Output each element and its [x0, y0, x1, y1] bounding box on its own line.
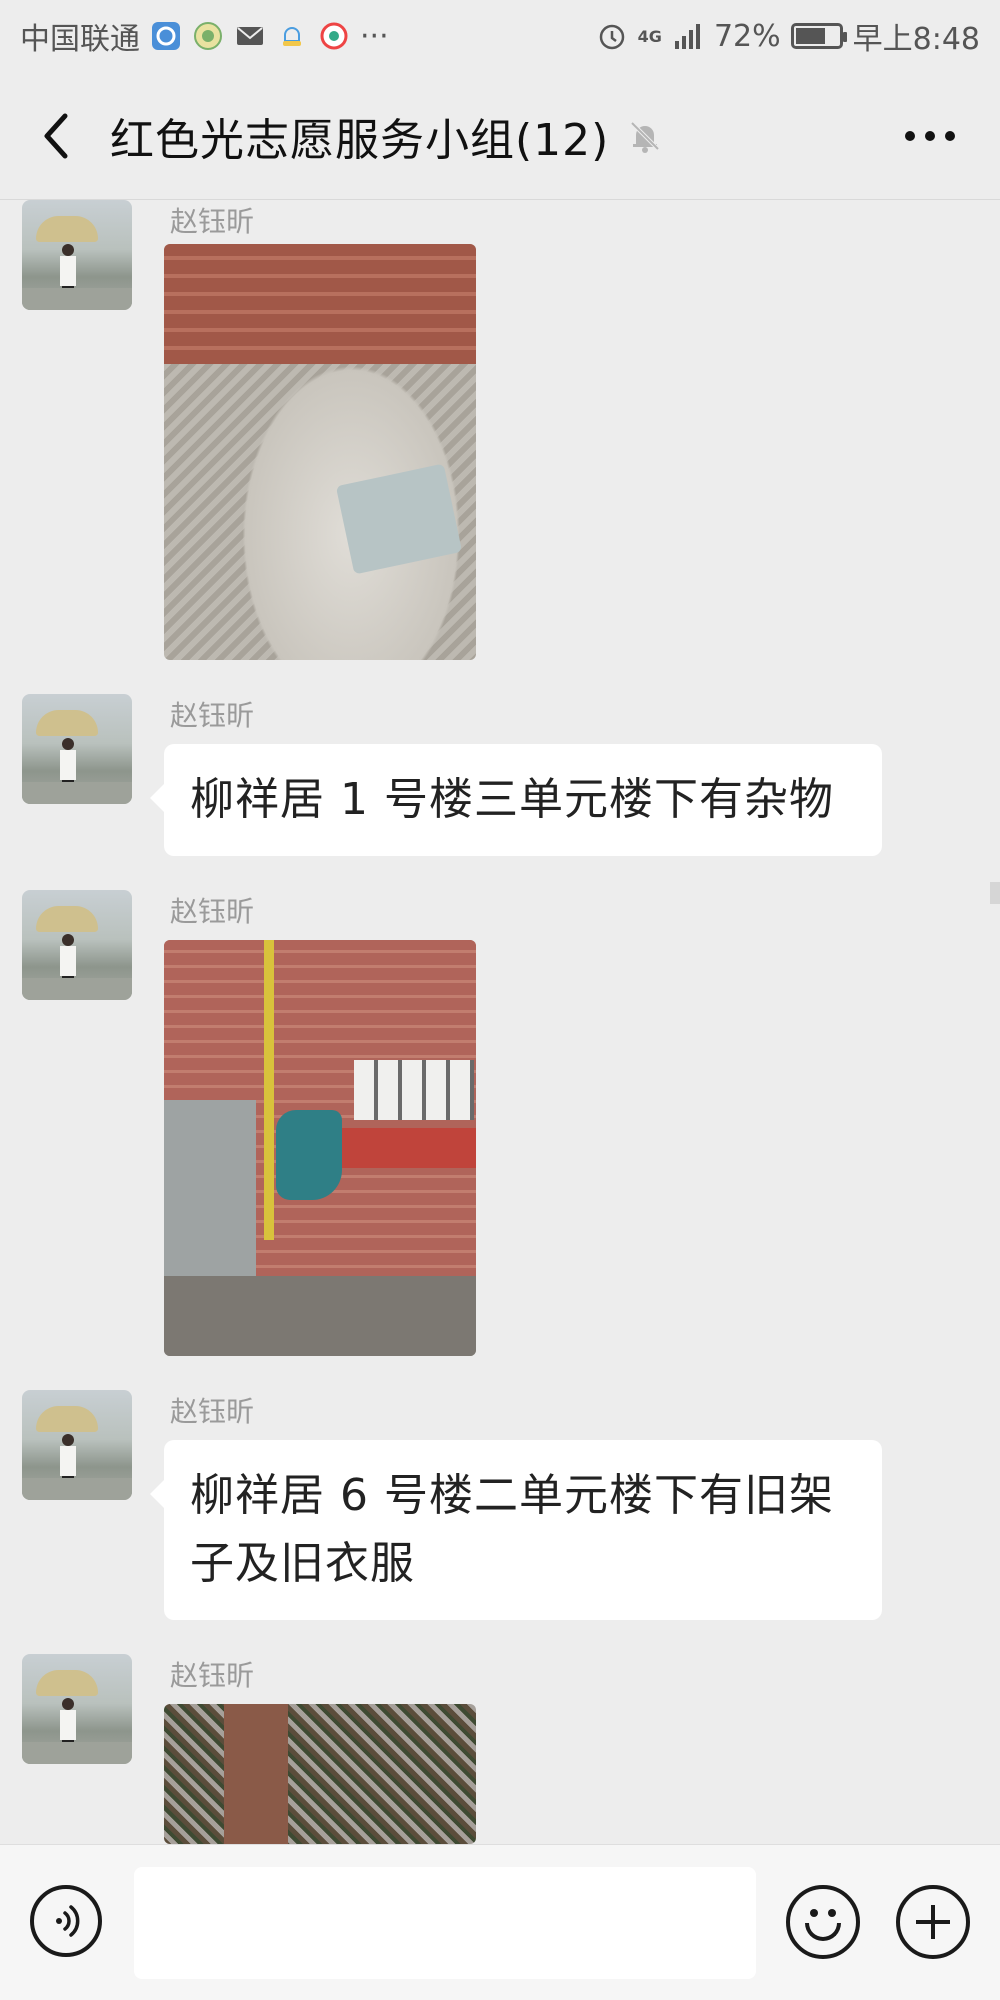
app-icon	[318, 20, 350, 52]
back-button[interactable]	[0, 72, 110, 200]
chat-title: 红色光志愿服务小组(12)	[110, 114, 610, 166]
sender-name: 赵钰昕	[170, 1659, 255, 1692]
app-icon	[276, 20, 308, 52]
voice-input-button[interactable]	[30, 1885, 102, 1957]
nav-bar: 红色光志愿服务小组(12)	[0, 72, 1000, 200]
more-dots-icon	[905, 131, 955, 141]
chat-screen: 中国联通 ··· 4G 72% 早上8:48 红色光志愿服务小组(12) 赵钰昕…	[0, 0, 1000, 2000]
sender-name: 赵钰昕	[170, 699, 255, 732]
avatar[interactable]	[22, 1390, 132, 1500]
avatar[interactable]	[22, 1654, 132, 1764]
sender-name: 赵钰昕	[170, 895, 255, 928]
muted-bell-icon	[625, 116, 665, 156]
status-bar: 中国联通 ··· 4G 72% 早上8:48	[0, 0, 1000, 72]
mail-icon	[234, 20, 266, 52]
battery-percent: 72%	[713, 18, 781, 54]
more-options-button[interactable]	[880, 72, 980, 200]
scroll-indicator[interactable]	[990, 882, 1000, 904]
battery-level	[795, 28, 825, 44]
app-icon	[150, 20, 182, 52]
avatar[interactable]	[22, 890, 132, 1000]
image-message[interactable]	[164, 1704, 476, 1844]
carrier-label: 中国联通	[20, 22, 140, 57]
more-notifications-indicator: ···	[360, 18, 389, 54]
signal-icon	[672, 20, 704, 52]
status-right: 4G 72% 早上8:48	[596, 14, 980, 58]
sender-name: 赵钰昕	[170, 1395, 255, 1428]
alarm-icon	[596, 20, 628, 52]
avatar[interactable]	[22, 694, 132, 804]
text-message-bubble[interactable]: 柳祥居 1 号楼三单元楼下有杂物	[150, 744, 882, 856]
voice-icon	[56, 1905, 80, 1937]
app-icon	[192, 20, 224, 52]
smiley-icon	[810, 1909, 818, 1917]
avatar[interactable]	[22, 200, 132, 310]
image-message[interactable]	[164, 244, 476, 660]
message-list[interactable]: 赵钰昕 赵钰昕 柳祥居 1 号楼三单元楼下有杂物 赵钰昕 赵钰昕 柳祥居 6 号…	[0, 200, 1000, 1844]
more-functions-button[interactable]	[896, 1885, 970, 1959]
battery-icon	[790, 23, 847, 49]
status-left: 中国联通 ···	[20, 14, 389, 58]
network-type-label: 4G	[637, 26, 662, 46]
input-bar	[0, 1844, 1000, 2000]
emoji-button[interactable]	[786, 1885, 860, 1959]
message-input[interactable]	[134, 1867, 756, 1979]
image-message[interactable]	[164, 940, 476, 1356]
chevron-left-icon	[44, 113, 68, 158]
sender-name: 赵钰昕	[170, 205, 255, 238]
text-message-bubble[interactable]: 柳祥居 6 号楼二单元楼下有旧架子及旧衣服	[150, 1440, 882, 1620]
clock: 早上8:48	[852, 22, 980, 57]
